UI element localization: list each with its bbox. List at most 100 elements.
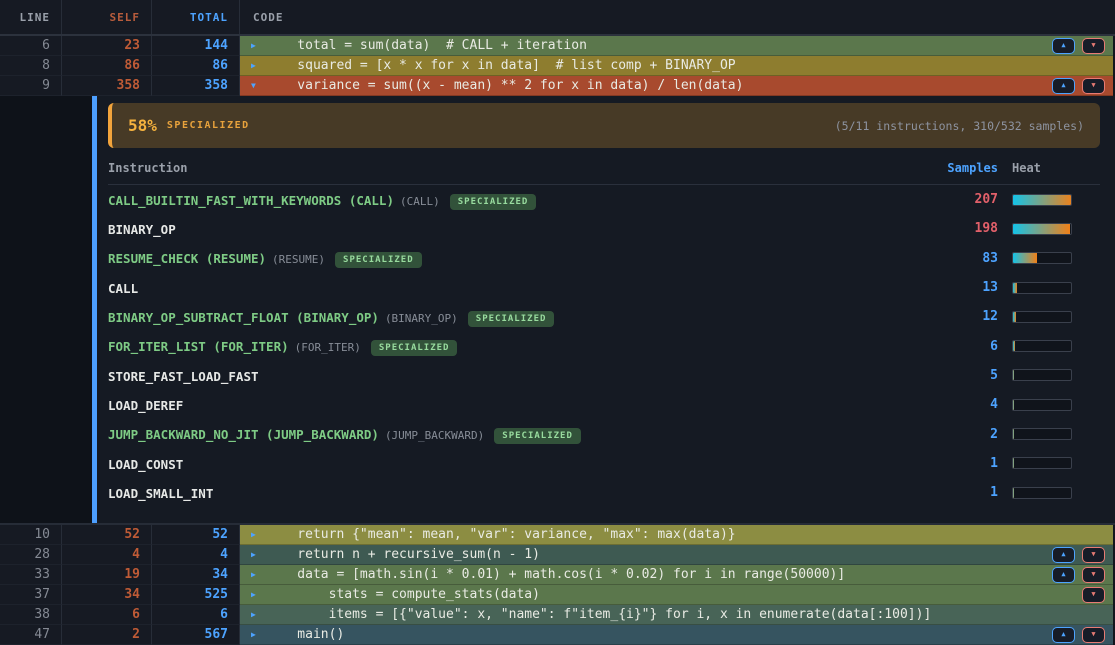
jump-up-button[interactable]: ▲ [1052,547,1075,563]
jump-down-button[interactable]: ▼ [1082,38,1105,54]
specialization-banner: 58% SPECIALIZED (5/11 instructions, 310/… [108,103,1100,148]
instruction-cell: STORE_FAST_LOAD_FAST [108,366,918,385]
samples-count: 207 [918,192,998,207]
self-samples-cell: 358 [62,76,152,96]
code-line[interactable]: ▶ squared = [x * x for x in data] # list… [240,56,1113,76]
row-nav-buttons: ▲▼ [1052,547,1105,563]
jump-down-button[interactable]: ▼ [1082,567,1105,583]
heat-bar [1012,223,1072,235]
table-row: 472567▶ main()▲▼ [0,625,1115,645]
code-rows-top: 623144▶ total = sum(data) # CALL + itera… [0,36,1115,96]
instruction-name: BINARY_OP [108,222,176,237]
jump-up-button[interactable]: ▲ [1052,78,1075,94]
expand-icon[interactable]: ▶ [251,571,256,579]
code-text: squared = [x * x for x in data] # list c… [266,56,736,76]
instruction-base-name: (RESUME) [272,253,325,266]
instruction-row: RESUME_CHECK (RESUME) (RESUME) SPECIALIZED… [108,244,1100,273]
code-line[interactable]: ▼ variance = sum((x - mean) ** 2 for x i… [240,76,1113,96]
self-samples-cell: 19 [62,565,152,585]
instruction-row: LOAD_DEREF4 [108,390,1100,419]
code-text: total = sum(data) # CALL + iteration [266,36,587,56]
table-row: 105252▶ return {"mean": mean, "var": var… [0,525,1115,545]
row-nav-buttons: ▲▼ [1052,78,1105,94]
heat-cell [1012,194,1100,206]
total-samples-cell: 34 [152,565,240,585]
expand-icon[interactable]: ▶ [251,631,256,639]
heat-bar [1012,399,1072,411]
instruction-cell: BINARY_OP_SUBTRACT_FLOAT (BINARY_OP)(BIN… [108,307,918,327]
code-line[interactable]: ▶ return {"mean": mean, "var": variance,… [240,525,1113,545]
code-line[interactable]: ▶ total = sum(data) # CALL + iteration▲▼ [240,36,1113,56]
jump-up-button[interactable]: ▲ [1052,38,1075,54]
line-number-cell: 38 [0,605,62,625]
row-nav-buttons: ▲▼ [1052,567,1105,583]
heat-bar [1012,369,1072,381]
code-line[interactable]: ▶ main() ▲ ▼ [240,625,1113,645]
code-text: return {"mean": mean, "var": variance, "… [266,525,736,545]
instruction-base-name: (FOR_ITER) [295,341,361,354]
code-line[interactable]: ▶ items = [{"value": x, "name": f"item_{… [240,605,1113,625]
instruction-cell: LOAD_SMALL_INT [108,483,918,502]
table-row: 2844▶ return n + recursive_sum(n - 1)▲▼ [0,545,1115,565]
heat-bar-fill [1013,370,1014,380]
instruction-name: LOAD_SMALL_INT [108,486,213,501]
specialized-badge: SPECIALIZED [335,252,422,268]
instruction-name: JUMP_BACKWARD_NO_JIT (JUMP_BACKWARD) [108,427,379,442]
specialized-badge: SPECIALIZED [371,340,458,356]
expand-icon[interactable]: ▶ [251,42,256,50]
expand-icon[interactable]: ▶ [251,591,256,599]
code-line[interactable]: ▶ data = [math.sin(i * 0.01) + math.cos(… [240,565,1113,585]
heat-cell [1012,399,1100,411]
heat-bar [1012,457,1072,469]
code-cell: ▼ variance = sum((x - mean) ** 2 for x i… [240,76,1115,96]
code-cell: ▶ main() ▲ ▼ [240,625,1115,645]
instruction-row: LOAD_SMALL_INT1 [108,478,1100,507]
instruction-name: RESUME_CHECK (RESUME) [108,251,266,266]
total-samples-cell: 86 [152,56,240,76]
expand-icon[interactable]: ▶ [251,551,256,559]
expand-icon[interactable]: ▶ [251,611,256,619]
total-samples-cell: 4 [152,545,240,565]
instruction-name: LOAD_CONST [108,457,183,472]
jump-up-button[interactable]: ▲ [1052,627,1075,643]
line-number-cell: 9 [0,76,62,96]
jump-down-button[interactable]: ▼ [1082,587,1105,603]
collapse-icon[interactable]: ▼ [251,82,256,90]
jump-down-button[interactable]: ▼ [1082,547,1105,563]
code-rows-bottom: 105252▶ return {"mean": mean, "var": var… [0,523,1115,645]
expand-icon[interactable]: ▶ [251,62,256,70]
jump-down-button[interactable]: ▼ [1082,78,1105,94]
column-header-samples: Samples [918,161,998,175]
specialization-panel: 58% SPECIALIZED (5/11 instructions, 310/… [97,96,1115,523]
heat-bar [1012,487,1072,499]
expand-icon[interactable]: ▶ [251,531,256,539]
column-header-instruction: Instruction [108,161,918,175]
specialization-summary: (5/11 instructions, 310/532 samples) [835,119,1084,133]
row-nav-buttons: ▲▼ [1052,38,1105,54]
samples-count: 4 [918,397,998,412]
table-row: 623144▶ total = sum(data) # CALL + itera… [0,36,1115,56]
code-cell: ▶ return {"mean": mean, "var": variance,… [240,525,1115,545]
code-text: return n + recursive_sum(n - 1) [266,545,540,565]
jump-up-button[interactable]: ▲ [1052,567,1075,583]
code-line[interactable]: ▶ stats = compute_stats(data)▼ [240,585,1113,605]
heat-bar [1012,282,1072,294]
code-line[interactable]: ▶ return n + recursive_sum(n - 1)▲▼ [240,545,1113,565]
total-samples-cell: 525 [152,585,240,605]
row-nav-buttons: ▼ [1082,587,1105,603]
heat-bar-fill [1013,458,1014,468]
heat-bar-fill [1013,195,1072,205]
specialized-badge: SPECIALIZED [450,194,537,210]
heat-cell [1012,223,1100,235]
heat-bar [1012,311,1072,323]
line-number-cell: 6 [0,36,62,56]
jump-down-button[interactable]: ▼ [1082,627,1105,643]
heat-cell [1012,311,1100,323]
samples-count: 13 [918,280,998,295]
samples-count: 12 [918,309,998,324]
instruction-row: BINARY_OP_SUBTRACT_FLOAT (BINARY_OP)(BIN… [108,302,1100,331]
instruction-name: BINARY_OP_SUBTRACT_FLOAT (BINARY_OP) [108,310,379,325]
code-text: main() [266,625,344,645]
instruction-row: CALL13 [108,273,1100,302]
expanded-detail-section: 58% SPECIALIZED (5/11 instructions, 310/… [0,96,1115,523]
